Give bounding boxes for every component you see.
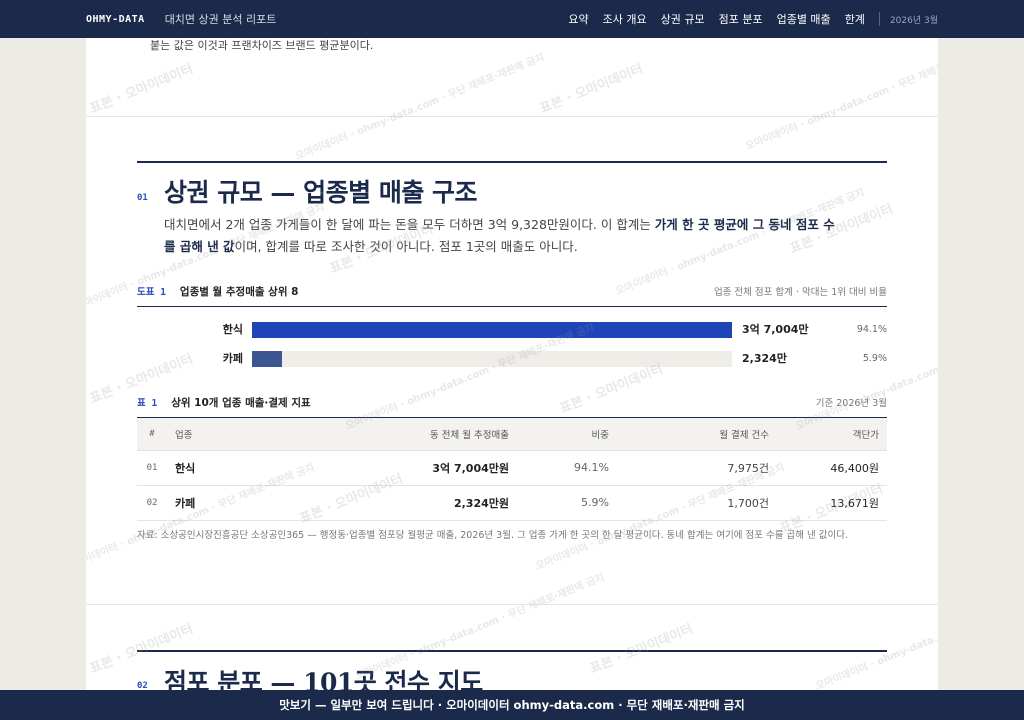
nav-link-market-size[interactable]: 상권 규모	[661, 11, 705, 27]
next-section-title: 점포 분포 — 101곳 전수 지도	[164, 668, 483, 690]
section-number: 01	[137, 193, 148, 203]
nav-links: 요약 조사 개요 상권 규모 점포 분포 업종별 매출 한계 2026년 3월	[554, 11, 938, 27]
table-row: 02 카페 2,324만원 5.9% 1,700건 13,671원	[137, 485, 887, 521]
bar-value-label: 3억 7,004만	[742, 323, 809, 336]
bar-value-label: 2,324만	[742, 352, 787, 365]
row-sales: 3억 7,004만원	[337, 450, 517, 486]
report-page: 붙는 값은 이것과 프랜차이즈 브랜드 평균분이다. 01 상권 규모 — 업종…	[86, 38, 938, 690]
watermark: 오마이데이터 · ohmy-data.com · 무단 재배포·재판매 금지	[294, 52, 547, 163]
nav-link-limitations[interactable]: 한계	[845, 11, 865, 27]
bar	[252, 322, 732, 338]
row-avg-spend: 13,671원	[777, 485, 887, 521]
row-index: 02	[137, 485, 167, 521]
watermark: 표본 · 오마이데이터	[587, 621, 696, 677]
row-sales: 2,324만원	[337, 485, 517, 521]
section-lead-paragraph: 대치면에서 2개 업종 가게들이 한 달에 파는 돈을 모두 더하면 3억 9,…	[164, 214, 844, 258]
row-payment-count: 7,975건	[617, 450, 777, 486]
nav-link-summary[interactable]: 요약	[568, 11, 588, 27]
row-category: 한식	[167, 450, 337, 486]
table-note: 기준 2026년 3월	[815, 398, 887, 409]
col-header-index: #	[137, 418, 167, 451]
row-share: 5.9%	[517, 485, 617, 521]
table-header: 표 1 상위 10개 업종 매출·결제 지표 기준 2026년 3월	[137, 394, 887, 410]
row-category: 카페	[167, 485, 337, 521]
col-header-payment-count: 월 결제 건수	[617, 418, 777, 451]
lead-text-2: 이며, 합계를 따로 조사한 것이 아니다. 점포 1곳의 매출도 아니다.	[234, 239, 578, 254]
next-section-number: 02	[137, 681, 148, 690]
previous-section-tail-text: 붙는 값은 이것과 프랜차이즈 브랜드 평균분이다.	[150, 39, 374, 52]
bar-row: 한식 3억 7,004만 94.1%	[137, 320, 887, 340]
watermark: 표본 · 오마이데이터	[537, 61, 646, 117]
nav-link-overview[interactable]: 조사 개요	[603, 11, 647, 27]
bar-row: 카페 2,324만 5.9%	[137, 349, 887, 369]
figure-note: 업종 전체 점포 합계 · 막대는 1위 대비 비율	[713, 287, 887, 298]
table-header-row: # 업종 동 전체 월 추정매출 비중 월 결제 건수 객단가	[137, 418, 887, 451]
figure-rule	[137, 306, 887, 307]
row-share: 94.1%	[517, 450, 617, 486]
bar-track	[252, 351, 732, 367]
bar-track	[252, 322, 732, 338]
watermark: 표본 · 오마이데이터	[87, 61, 196, 117]
bar	[252, 351, 282, 367]
section-divider	[86, 116, 938, 117]
lead-text-1: 대치면에서 2개 업종 가게들이 한 달에 파는 돈을 모두 더하면 3억 9,…	[164, 217, 655, 232]
row-avg-spend: 46,400원	[777, 450, 887, 486]
table-tag: 표 1	[137, 398, 158, 409]
nav-divider	[878, 12, 880, 26]
section-title: 상권 규모 — 업종별 매출 구조	[164, 178, 478, 207]
report-date: 2026년 3월	[889, 15, 938, 26]
row-payment-count: 1,700건	[617, 485, 777, 521]
preview-banner: 맛보기 — 일부만 보여 드립니다 · 오마이데이터 ohmy-data.com…	[0, 690, 1024, 720]
watermark: 오마이데이터 · ohmy-data.com · 무단 재배포·재판매 금지	[744, 42, 938, 153]
row-index: 01	[137, 450, 167, 486]
sales-table: # 업종 동 전체 월 추정매출 비중 월 결제 건수 객단가 01 한식 3억…	[137, 418, 887, 521]
col-header-sales: 동 전체 월 추정매출	[337, 418, 517, 451]
table-title: 상위 10개 업종 매출·결제 지표	[171, 396, 311, 409]
figure-tag: 도표 1	[137, 287, 166, 298]
table-row: 01 한식 3억 7,004만원 94.1% 7,975건 46,400원	[137, 450, 887, 486]
watermark: 오마이데이터 · ohmy-data.com · 무단 재배포·재판매 금지	[814, 582, 938, 690]
report-title: 대치면 상권 분석 리포트	[164, 13, 277, 26]
bar-share-label: 94.1%	[856, 324, 887, 335]
col-header-share: 비중	[517, 418, 617, 451]
figure-header: 도표 1 업종별 월 추정매출 상위 8 업종 전체 점포 합계 · 막대는 1…	[137, 283, 887, 299]
section-top-rule	[137, 650, 887, 652]
bar-share-label: 5.9%	[862, 353, 887, 364]
col-header-avg-spend: 객단가	[777, 418, 887, 451]
nav-link-store-distribution[interactable]: 점포 분포	[719, 11, 763, 27]
section-divider	[86, 604, 938, 605]
bar-category-label: 카페	[222, 352, 243, 365]
nav-link-sales-by-category[interactable]: 업종별 매출	[777, 11, 831, 27]
brand-logo[interactable]: OHMY-DATA	[86, 14, 145, 25]
bar-category-label: 한식	[222, 323, 243, 336]
top-navigation: OHMY-DATA 대치면 상권 분석 리포트 요약 조사 개요 상권 규모 점…	[0, 0, 1024, 38]
col-header-category: 업종	[167, 418, 337, 451]
source-note: 자료: 소상공인시장진흥공단 소상공인365 — 행정동·업종별 점포당 월평균…	[137, 530, 849, 541]
figure-title: 업종별 월 추정매출 상위 8	[179, 285, 299, 298]
section-top-rule	[137, 161, 887, 163]
